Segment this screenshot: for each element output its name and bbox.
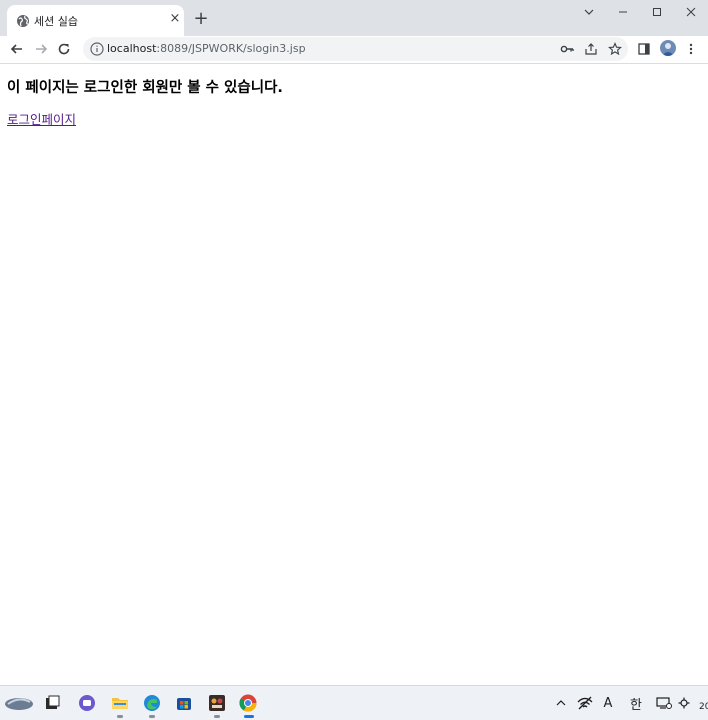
task-view-icon[interactable]	[40, 691, 64, 715]
network-icon[interactable]	[576, 693, 594, 713]
menu-icon[interactable]	[683, 41, 699, 57]
chrome-icon[interactable]	[236, 691, 260, 715]
reload-icon	[58, 43, 70, 55]
url-host: localhost	[107, 42, 157, 55]
close-window-button[interactable]	[674, 0, 708, 24]
browser-toolbar: localhost:8089/JSPWORK/slogin3.jsp	[0, 36, 708, 64]
side-panel-icon[interactable]	[636, 41, 652, 57]
globe-icon	[16, 13, 30, 27]
forward-arrow-icon	[36, 44, 48, 54]
close-icon	[686, 7, 696, 17]
page-content: 이 페이지는 로그인한 회원만 볼 수 있습니다. 로그인페이지	[0, 64, 708, 685]
new-tab-button[interactable]: +	[191, 9, 211, 29]
profile-avatar[interactable]	[660, 40, 676, 56]
star-icon[interactable]	[607, 41, 623, 57]
display-icon[interactable]	[655, 693, 673, 713]
edge-icon[interactable]	[140, 691, 164, 715]
key-icon[interactable]	[559, 41, 575, 57]
site-info-icon[interactable]	[89, 41, 105, 57]
back-arrow-icon	[10, 44, 22, 54]
reload-button[interactable]	[53, 38, 75, 60]
teams-chat-icon[interactable]	[75, 691, 99, 715]
url-text[interactable]: localhost:8089/JSPWORK/slogin3.jsp	[107, 41, 306, 57]
tab-title: 세션 실습	[34, 15, 78, 28]
tab-search-button[interactable]	[572, 0, 606, 24]
address-bar[interactable]: localhost:8089/JSPWORK/slogin3.jsp	[83, 37, 628, 61]
back-button[interactable]	[6, 38, 28, 60]
ime-mode-indicator[interactable]: A	[601, 693, 615, 713]
tab-close-button[interactable]: ×	[167, 11, 183, 27]
share-icon[interactable]	[583, 41, 599, 57]
minimize-icon	[619, 11, 627, 13]
page-heading: 이 페이지는 로그인한 회원만 볼 수 있습니다.	[7, 80, 283, 96]
store-icon[interactable]	[172, 691, 196, 715]
url-path: :8089/JSPWORK/slogin3.jsp	[156, 42, 306, 55]
login-page-link[interactable]: 로그인페이지	[7, 109, 76, 128]
ime-language-indicator[interactable]: 한	[628, 693, 644, 713]
chevron-down-icon	[584, 9, 594, 15]
app-icon[interactable]	[205, 691, 229, 715]
chevron-up-icon[interactable]	[554, 693, 568, 713]
running-indicator	[244, 715, 254, 718]
minimize-button[interactable]	[606, 0, 640, 24]
widgets-icon[interactable]	[4, 691, 34, 715]
browser-tab[interactable]: 세션 실습 ×	[7, 5, 184, 36]
file-explorer-icon[interactable]	[108, 691, 132, 715]
settings-icon[interactable]	[677, 693, 691, 713]
forward-button[interactable]	[30, 38, 52, 60]
windows-taskbar: A 한 20	[0, 685, 708, 720]
running-indicator	[117, 715, 123, 718]
clock-text[interactable]: 20	[699, 702, 708, 712]
tab-strip: 세션 실습 × +	[0, 0, 708, 36]
running-indicator	[214, 715, 220, 718]
running-indicator	[149, 715, 155, 718]
maximize-button[interactable]	[640, 0, 674, 24]
maximize-icon	[653, 8, 661, 16]
